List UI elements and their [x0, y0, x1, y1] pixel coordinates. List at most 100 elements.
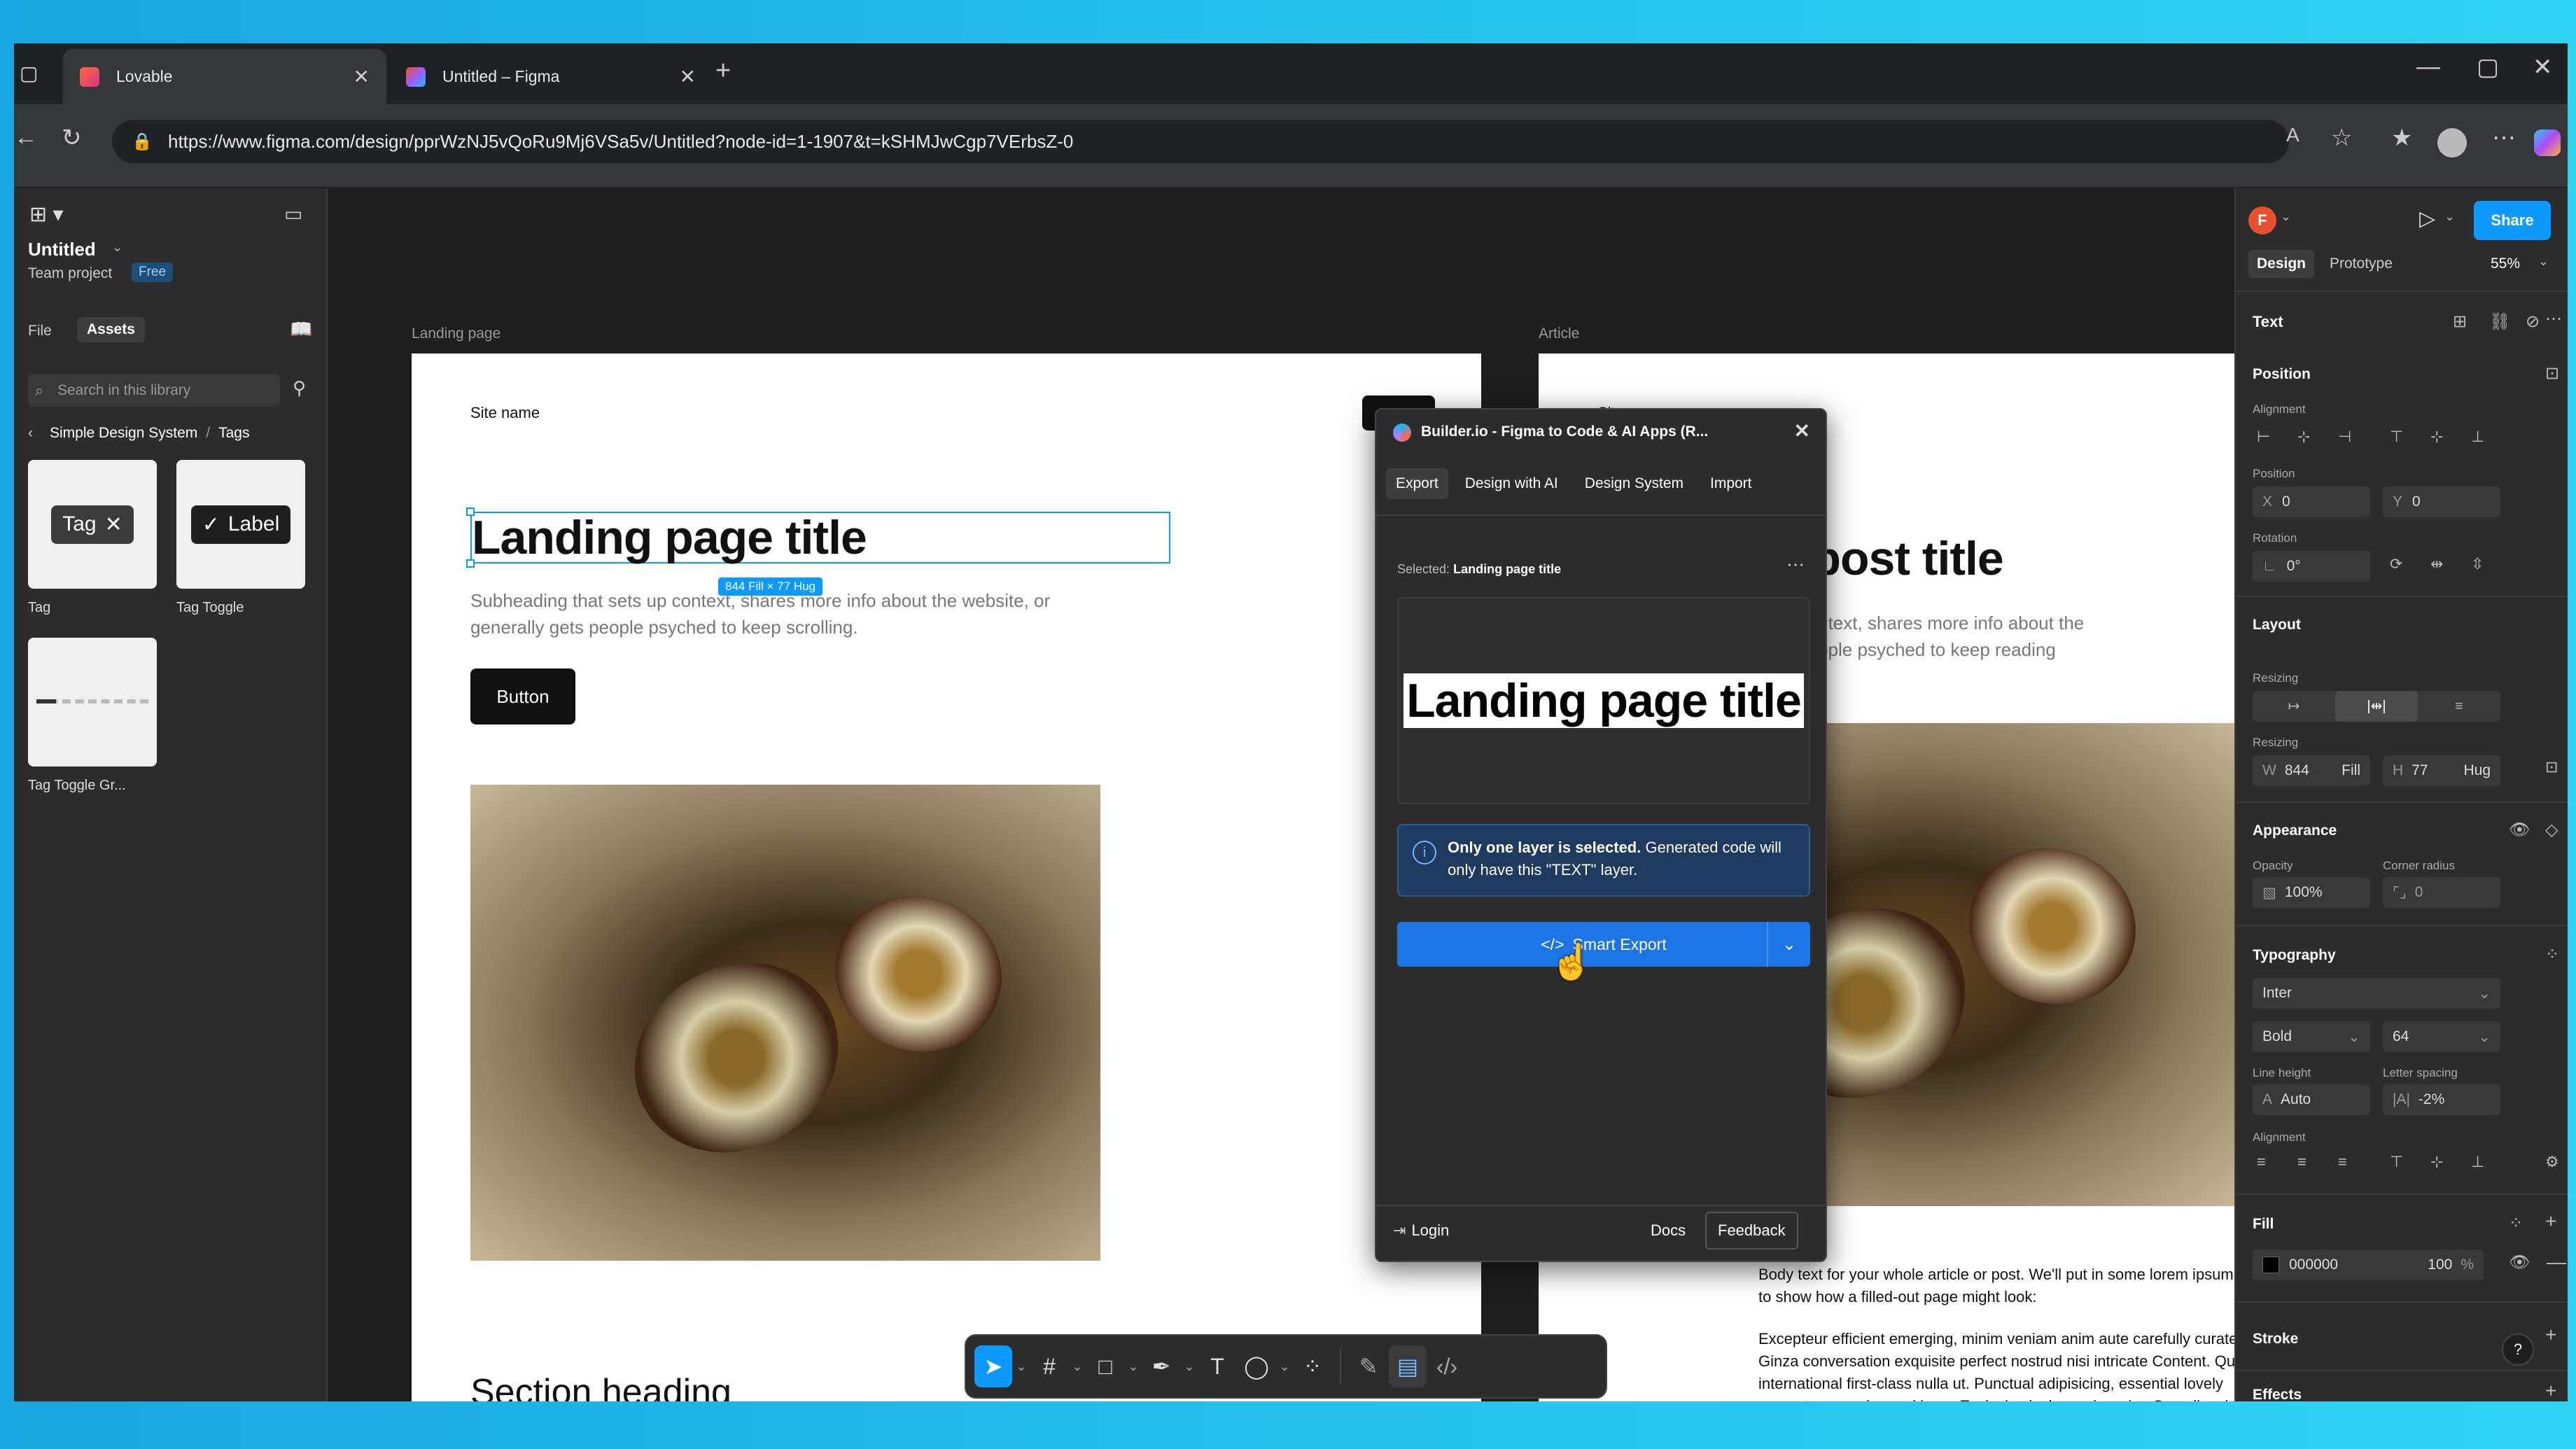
draw-mode-icon[interactable]: ✎ [1350, 1345, 1387, 1387]
profile-avatar[interactable] [2437, 128, 2467, 158]
tab-lovable[interactable]: Lovable ✕ [63, 49, 386, 104]
chevron-down-icon[interactable]: ⌄ [1126, 1359, 1141, 1374]
tab-file[interactable]: File [28, 323, 52, 340]
tab-import[interactable]: Import [1700, 468, 1762, 499]
minimize-icon[interactable]: — [2416, 53, 2440, 80]
reload-icon[interactable]: ↻ [62, 124, 82, 152]
y-field[interactable]: Y0 [2383, 486, 2500, 517]
text-tool-icon[interactable]: T [1198, 1345, 1236, 1387]
new-tab-icon[interactable]: + [715, 56, 731, 86]
site-info-icon[interactable]: 🔒 [132, 132, 153, 152]
tab-assets[interactable]: Assets [77, 317, 145, 342]
move-tool-icon[interactable]: ➤ [974, 1345, 1012, 1387]
search-input[interactable]: ⌕ Search in this library [28, 374, 280, 407]
copilot-icon[interactable] [2534, 130, 2561, 156]
fill-styles-icon[interactable]: ⁘ [2509, 1213, 2523, 1233]
feedback-button[interactable]: Feedback [1705, 1212, 1798, 1250]
zoom-level[interactable]: 55% [2491, 255, 2520, 272]
comment-tool-icon[interactable]: ◯ [1238, 1345, 1275, 1387]
docs-link[interactable]: Docs [1651, 1222, 1686, 1240]
actions-tool-icon[interactable]: ⁘ [1294, 1345, 1331, 1387]
fill-width-icon[interactable]: |⇹| [2335, 691, 2418, 722]
chevron-down-icon[interactable]: ⌄ [1182, 1359, 1197, 1374]
help-icon[interactable]: ? [2502, 1334, 2534, 1366]
text-align-right-icon[interactable]: ≡ [2338, 1153, 2347, 1171]
fill-swatch[interactable] [2262, 1256, 2279, 1273]
flip-horizontal-icon[interactable]: ⇹ [2430, 555, 2443, 573]
chevron-down-icon[interactable]: ⌄ [112, 240, 122, 255]
canvas[interactable]: Landing page Article Site name Landing p… [328, 188, 2234, 1401]
w-mode[interactable]: Fill [2342, 762, 2360, 779]
favorite-star-icon[interactable]: ☆ [2331, 124, 2352, 152]
flip-vertical-icon[interactable]: ⇳ [2471, 555, 2484, 573]
align-right-icon[interactable]: ⊣ [2338, 428, 2351, 446]
x-field[interactable]: X0 [2253, 486, 2370, 517]
chevron-down-icon[interactable]: ⌄ [2538, 254, 2549, 269]
panel-toggle-icon[interactable]: ▭ [284, 202, 302, 225]
align-bottom-icon[interactable]: ⊥ [2471, 428, 2484, 446]
builder-plugin-window[interactable]: Builder.io - Figma to Code & AI Apps (R.… [1375, 408, 1827, 1262]
close-tab-icon[interactable]: ✕ [354, 65, 370, 88]
visibility-eye-icon[interactable]: 👁 [2509, 820, 2530, 840]
blend-mode-icon[interactable]: ◇ [2545, 820, 2558, 840]
text-align-left-icon[interactable]: ≡ [2257, 1153, 2266, 1171]
height-field[interactable]: H 77 Hug [2383, 755, 2500, 786]
breadcrumb-root[interactable]: Simple Design System [50, 425, 197, 442]
add-effect-icon[interactable]: + [2545, 1380, 2556, 1401]
url-input[interactable]: 🔒 https://www.figma.com/design/pprWzNJ5v… [112, 120, 2289, 163]
fill-visibility-eye-icon[interactable]: 👁 [2509, 1252, 2530, 1273]
remove-fill-icon[interactable]: — [2547, 1251, 2566, 1273]
hug-width-icon[interactable]: ≡ [2418, 691, 2500, 722]
letter-spacing-field[interactable]: |A| -2% [2383, 1084, 2500, 1115]
rotation-field[interactable]: ∟ 0° [2253, 551, 2370, 582]
font-size-field[interactable]: 64 ⌄ [2383, 1021, 2500, 1052]
h-mode[interactable]: Hug [2463, 762, 2491, 779]
add-stroke-icon[interactable]: + [2545, 1324, 2556, 1346]
chevron-down-icon[interactable]: ⌄ [2444, 209, 2455, 224]
tab-design-with-ai[interactable]: Design with AI [1455, 468, 1568, 499]
more-icon[interactable]: ⋯ [2492, 124, 2516, 152]
link-icon[interactable]: ⛓ [2489, 312, 2510, 332]
selection-handle[interactable] [466, 507, 475, 516]
chevron-down-icon[interactable]: ⌄ [1277, 1359, 1292, 1374]
dev-mode-icon[interactable]: ‹/› [1428, 1345, 1466, 1387]
type-settings-icon[interactable]: ⚙ [2545, 1153, 2559, 1171]
more-options-icon[interactable]: ⋯ [1786, 554, 1805, 575]
export-options-chevron-icon[interactable]: ⌄ [1767, 922, 1810, 967]
constraints-icon[interactable]: ⊡ [2545, 363, 2559, 384]
text-align-top-icon[interactable]: ⊤ [2390, 1153, 2403, 1171]
align-middle-icon[interactable]: ⊹ [2430, 428, 2443, 446]
tab-design[interactable]: Design [2248, 250, 2315, 278]
text-align-center-icon[interactable]: ≡ [2297, 1153, 2306, 1171]
selection-handle[interactable] [466, 559, 475, 568]
close-window-icon[interactable]: ✕ [2533, 53, 2553, 81]
tab-design-system[interactable]: Design System [1575, 468, 1693, 499]
tab-prototype[interactable]: Prototype [2330, 255, 2393, 272]
component-icon[interactable]: ⊞ [2453, 312, 2467, 332]
opacity-field[interactable]: ▧ 100% [2253, 877, 2370, 908]
library-icon[interactable]: 📖 [290, 318, 312, 340]
main-menu-icon[interactable]: ⊞ ▾ [29, 202, 64, 227]
text-align-bottom-icon[interactable]: ⊥ [2471, 1153, 2484, 1171]
chevron-down-icon[interactable]: ⌄ [1070, 1359, 1085, 1374]
align-left-icon[interactable]: ⊢ [2257, 428, 2270, 446]
text-align-middle-icon[interactable]: ⊹ [2430, 1153, 2443, 1171]
maximize-icon[interactable]: ▢ [2477, 53, 2499, 81]
asset-tile-tag-toggle[interactable]: ✓ Label [176, 460, 305, 589]
avatar[interactable]: F [2248, 206, 2276, 234]
tab-figma[interactable]: Untitled – Figma ✕ [389, 49, 713, 104]
design-mode-icon[interactable]: ▤ [1389, 1345, 1427, 1387]
aspect-ratio-icon[interactable]: ⊡ [2545, 758, 2558, 776]
close-tab-icon[interactable]: ✕ [680, 65, 696, 88]
close-plugin-icon[interactable]: ✕ [1794, 419, 1810, 442]
back-icon[interactable]: ← [14, 124, 38, 151]
variable-icon[interactable]: ⊘ [2526, 312, 2540, 332]
asset-tile-tag[interactable]: Tag ✕ [28, 460, 157, 589]
more-icon[interactable]: ⋯ [2545, 309, 2562, 329]
read-aloud-icon[interactable]: A [2286, 124, 2300, 146]
file-name[interactable]: Untitled [28, 239, 96, 260]
rectangle-tool-icon[interactable]: □ [1086, 1345, 1124, 1387]
font-weight-select[interactable]: Bold ⌄ [2253, 1021, 2370, 1052]
align-center-icon[interactable]: ⊹ [2297, 428, 2310, 446]
tab-export[interactable]: Export [1386, 468, 1448, 499]
